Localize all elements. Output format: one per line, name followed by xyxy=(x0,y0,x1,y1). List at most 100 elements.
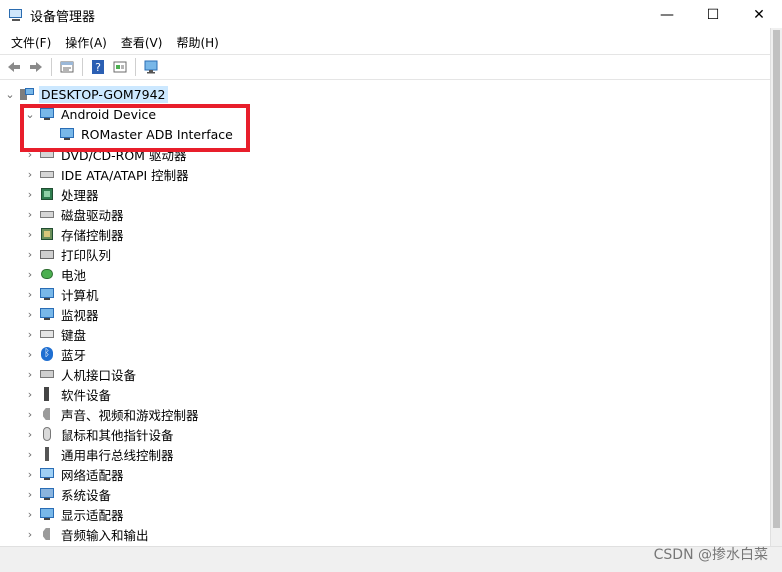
toolbar-separator xyxy=(135,58,136,76)
tree-item-print-queue[interactable]: › 打印队列 xyxy=(24,244,113,264)
printer-icon xyxy=(39,246,55,262)
tree-item-label: 处理器 xyxy=(61,187,99,203)
tree-item-label: 人机接口设备 xyxy=(61,367,137,383)
chevron-right-icon[interactable]: › xyxy=(24,524,36,544)
chevron-right-icon[interactable]: › xyxy=(24,324,36,344)
chevron-right-icon[interactable]: › xyxy=(24,164,36,184)
tree-item-label: 存储控制器 xyxy=(61,227,124,243)
drive-icon xyxy=(39,166,55,182)
chevron-right-icon[interactable]: › xyxy=(24,504,36,524)
properties-icon xyxy=(60,61,74,73)
chevron-right-icon[interactable]: › xyxy=(24,404,36,424)
forward-button[interactable] xyxy=(25,56,47,78)
tree-item-mouse[interactable]: › 鼠标和其他指针设备 xyxy=(24,424,176,444)
tree-item-network[interactable]: › 网络适配器 xyxy=(24,464,126,484)
tree-item-label: 磁盘驱动器 xyxy=(61,207,124,223)
chevron-right-icon[interactable]: › xyxy=(24,184,36,204)
back-arrow-icon xyxy=(8,62,20,72)
tree-item-label: 系统设备 xyxy=(61,487,112,503)
tree-item-keyboard[interactable]: › 键盘 xyxy=(24,324,88,344)
chevron-right-icon[interactable]: › xyxy=(24,364,36,384)
tree-item-software[interactable]: › 软件设备 xyxy=(24,384,113,404)
tree-item-audio-io[interactable]: › 音频输入和输出 xyxy=(24,524,151,544)
properties-button[interactable] xyxy=(56,56,78,78)
tree-item-label: IDE ATA/ATAPI 控制器 xyxy=(61,167,189,183)
back-button[interactable] xyxy=(3,56,25,78)
scrollbar-thumb[interactable] xyxy=(773,30,780,528)
watermark: CSDN @掺水白菜 xyxy=(653,547,768,563)
title-bar: 设备管理器 — ☐ ✕ xyxy=(0,0,782,30)
svg-text:?: ? xyxy=(95,61,101,74)
help-icon: ? xyxy=(92,60,104,74)
bluetooth-icon: ᛒ xyxy=(39,346,55,362)
computer-icon xyxy=(39,286,55,302)
close-button[interactable]: ✕ xyxy=(736,0,782,30)
network-icon xyxy=(39,466,55,482)
menu-view[interactable]: 查看(V) xyxy=(114,32,170,53)
highlight-box xyxy=(20,104,250,152)
speaker-icon xyxy=(39,526,55,542)
chevron-right-icon[interactable]: › xyxy=(24,264,36,284)
tree-item-label: 网络适配器 xyxy=(61,467,124,483)
toolbar: ? xyxy=(0,54,782,80)
tree-item-processor[interactable]: › 处理器 xyxy=(24,184,101,204)
tree-item-battery[interactable]: › 电池 xyxy=(24,264,88,284)
tree-item-label: 通用串行总线控制器 xyxy=(61,447,174,463)
chevron-right-icon[interactable]: › xyxy=(24,244,36,264)
tree-item-ide[interactable]: › IDE ATA/ATAPI 控制器 xyxy=(24,164,191,184)
chevron-right-icon[interactable]: › xyxy=(24,224,36,244)
tree-item-display-adapter[interactable]: › 显示适配器 xyxy=(24,504,126,524)
minimize-button[interactable]: — xyxy=(644,0,690,30)
menu-bar: 文件(F) 操作(A) 查看(V) 帮助(H) xyxy=(0,31,226,53)
toolbar-separator xyxy=(51,58,52,76)
tree-item-label: 声音、视频和游戏控制器 xyxy=(61,407,199,423)
tree-item-label: 计算机 xyxy=(61,287,99,303)
chevron-right-icon[interactable]: › xyxy=(24,384,36,404)
vertical-scrollbar[interactable] xyxy=(770,28,782,548)
display-icon xyxy=(39,506,55,522)
menu-action[interactable]: 操作(A) xyxy=(58,32,114,53)
forward-arrow-icon xyxy=(30,62,42,72)
window-title: 设备管理器 xyxy=(30,9,96,25)
tree-item-bluetooth[interactable]: › ᛒ 蓝牙 xyxy=(24,344,88,364)
tree-item-system[interactable]: › 系统设备 xyxy=(24,484,113,504)
tree-item-label: 键盘 xyxy=(61,327,87,343)
tree-item-label: 显示适配器 xyxy=(61,507,124,523)
menu-help[interactable]: 帮助(H) xyxy=(169,32,225,53)
tree-item-label: 蓝牙 xyxy=(61,347,87,363)
view-icon xyxy=(113,61,127,73)
chevron-down-icon[interactable]: ⌄ xyxy=(4,84,16,104)
chevron-right-icon[interactable]: › xyxy=(24,344,36,364)
chevron-right-icon[interactable]: › xyxy=(24,464,36,484)
tree-root-label: DESKTOP-GOM7942 xyxy=(39,85,168,103)
chevron-right-icon[interactable]: › xyxy=(24,304,36,324)
menu-file[interactable]: 文件(F) xyxy=(4,32,58,53)
keyboard-icon xyxy=(39,326,55,342)
tree-item-storage[interactable]: › 存储控制器 xyxy=(24,224,126,244)
tree-item-label: 软件设备 xyxy=(61,387,112,403)
computer-icon xyxy=(19,86,35,102)
help-button[interactable]: ? xyxy=(87,56,109,78)
chevron-right-icon[interactable]: › xyxy=(24,204,36,224)
tree-item-computer[interactable]: › 计算机 xyxy=(24,284,101,304)
chevron-right-icon[interactable]: › xyxy=(24,284,36,304)
speaker-icon xyxy=(39,406,55,422)
monitor-icon xyxy=(39,306,55,322)
scan-hardware-button[interactable] xyxy=(140,56,162,78)
view-button[interactable] xyxy=(109,56,131,78)
tree-item-sound[interactable]: › 声音、视频和游戏控制器 xyxy=(24,404,201,424)
usb-icon xyxy=(39,446,55,462)
tree-item-hid[interactable]: › 人机接口设备 xyxy=(24,364,138,384)
tree-item-disk[interactable]: › 磁盘驱动器 xyxy=(24,204,126,224)
chevron-right-icon[interactable]: › xyxy=(24,424,36,444)
tree-root[interactable]: ⌄ DESKTOP-GOM7942 xyxy=(4,84,168,104)
chevron-right-icon[interactable]: › xyxy=(24,484,36,504)
chevron-right-icon[interactable]: › xyxy=(24,444,36,464)
tree-item-monitor[interactable]: › 监视器 xyxy=(24,304,101,324)
device-manager-icon xyxy=(8,7,24,23)
tree-item-label: 鼠标和其他指针设备 xyxy=(61,427,174,443)
tree-item-label: 监视器 xyxy=(61,307,99,323)
battery-icon xyxy=(39,266,55,282)
tree-item-usb[interactable]: › 通用串行总线控制器 xyxy=(24,444,176,464)
maximize-button[interactable]: ☐ xyxy=(690,0,736,30)
